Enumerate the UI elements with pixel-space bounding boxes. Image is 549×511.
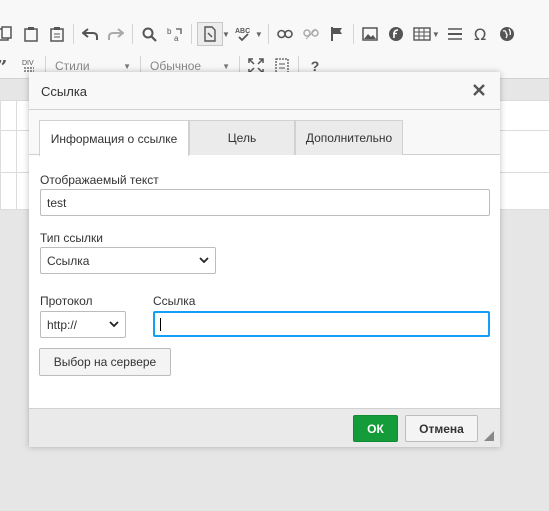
protocol-select[interactable]: http://: [40, 311, 126, 338]
display-text-input[interactable]: test: [40, 189, 490, 216]
close-icon[interactable]: [472, 83, 486, 97]
format-style-icon[interactable]: [197, 22, 223, 46]
dialog-footer: ОК Отмена: [29, 408, 500, 447]
redo-icon[interactable]: [105, 23, 127, 45]
toolbar-separator: [132, 24, 133, 44]
paste-text-icon[interactable]: [46, 23, 68, 45]
tab-advanced[interactable]: Дополнительно: [295, 120, 403, 155]
toolbar-row-1: ba ▼ ABC ▼ ▼ Ω: [0, 19, 520, 49]
protocol-value: http://: [47, 317, 78, 332]
paste-icon[interactable]: [20, 23, 42, 45]
link-dialog: Ссылка Информация о ссылке Цель Дополнит…: [29, 72, 500, 447]
display-text-label: Отображаемый текст: [40, 173, 159, 187]
chevron-down-icon[interactable]: ▼: [432, 30, 440, 39]
chevron-down-icon: [109, 321, 119, 328]
chevron-down-icon: ▼: [222, 61, 230, 71]
link-type-select[interactable]: Ссылка: [40, 247, 216, 274]
toolbar-separator: [191, 24, 192, 44]
display-text-value: test: [47, 195, 67, 210]
styles-combo-label: Стили: [55, 59, 90, 73]
svg-text:b: b: [167, 27, 172, 36]
special-char-omega-icon[interactable]: Ω: [470, 23, 492, 45]
svg-text:Ω: Ω: [474, 26, 486, 42]
horizontal-rule-icon[interactable]: [444, 23, 466, 45]
dialog-title: Ссылка: [41, 84, 88, 99]
div-label: DIV: [22, 60, 34, 67]
tab-link-info[interactable]: Информация о ссылке: [39, 120, 189, 156]
svg-text:a: a: [174, 34, 179, 42]
chevron-down-icon[interactable]: ▼: [255, 30, 263, 39]
undo-icon[interactable]: [79, 23, 101, 45]
toolbar-separator: [267, 24, 269, 44]
globe-iframe-icon[interactable]: [496, 23, 518, 45]
link-icon[interactable]: [274, 23, 296, 45]
url-input[interactable]: [153, 311, 490, 337]
anchor-flag-icon[interactable]: [326, 23, 348, 45]
text-cursor: [160, 317, 161, 331]
chevron-down-icon: ▼: [123, 61, 131, 71]
browse-server-button[interactable]: Выбор на сервере: [39, 348, 171, 376]
toolbar-separator: [73, 24, 74, 44]
resize-handle-icon[interactable]: [484, 431, 494, 441]
blockquote-icon[interactable]: ”: [0, 55, 14, 77]
table-border: [16, 100, 17, 210]
tab-target[interactable]: Цель: [189, 120, 295, 155]
toolbar-separator: [352, 24, 354, 44]
svg-text:”: ”: [0, 60, 8, 72]
table-icon[interactable]: [411, 23, 433, 45]
chevron-down-icon: [199, 257, 209, 264]
image-icon[interactable]: [359, 23, 381, 45]
flash-icon[interactable]: [385, 23, 407, 45]
chevron-down-icon[interactable]: ▼: [222, 30, 230, 39]
format-combo-label: Обычное: [150, 59, 202, 73]
url-label: Ссылка: [153, 294, 196, 308]
editor-toolbar: ba ▼ ABC ▼ ▼ Ω DIV Стили ▼ Обычное ▼ ?: [0, 0, 549, 79]
cancel-button[interactable]: Отмена: [405, 415, 478, 442]
link-type-label: Тип ссылки: [40, 231, 103, 245]
link-type-value: Ссылка: [47, 253, 90, 268]
spellcheck-icon[interactable]: ABC: [234, 23, 256, 45]
replace-icon[interactable]: ba: [164, 23, 186, 45]
ok-button[interactable]: ОК: [353, 415, 398, 442]
search-icon[interactable]: [138, 23, 160, 45]
table-border: [0, 100, 1, 210]
dialog-tabs: Информация о ссылке Цель Дополнительно: [29, 110, 500, 156]
dialog-title-bar[interactable]: Ссылка: [29, 72, 500, 110]
protocol-label: Протокол: [40, 294, 93, 308]
unlink-icon[interactable]: [300, 23, 322, 45]
copy-icon[interactable]: [0, 23, 16, 45]
